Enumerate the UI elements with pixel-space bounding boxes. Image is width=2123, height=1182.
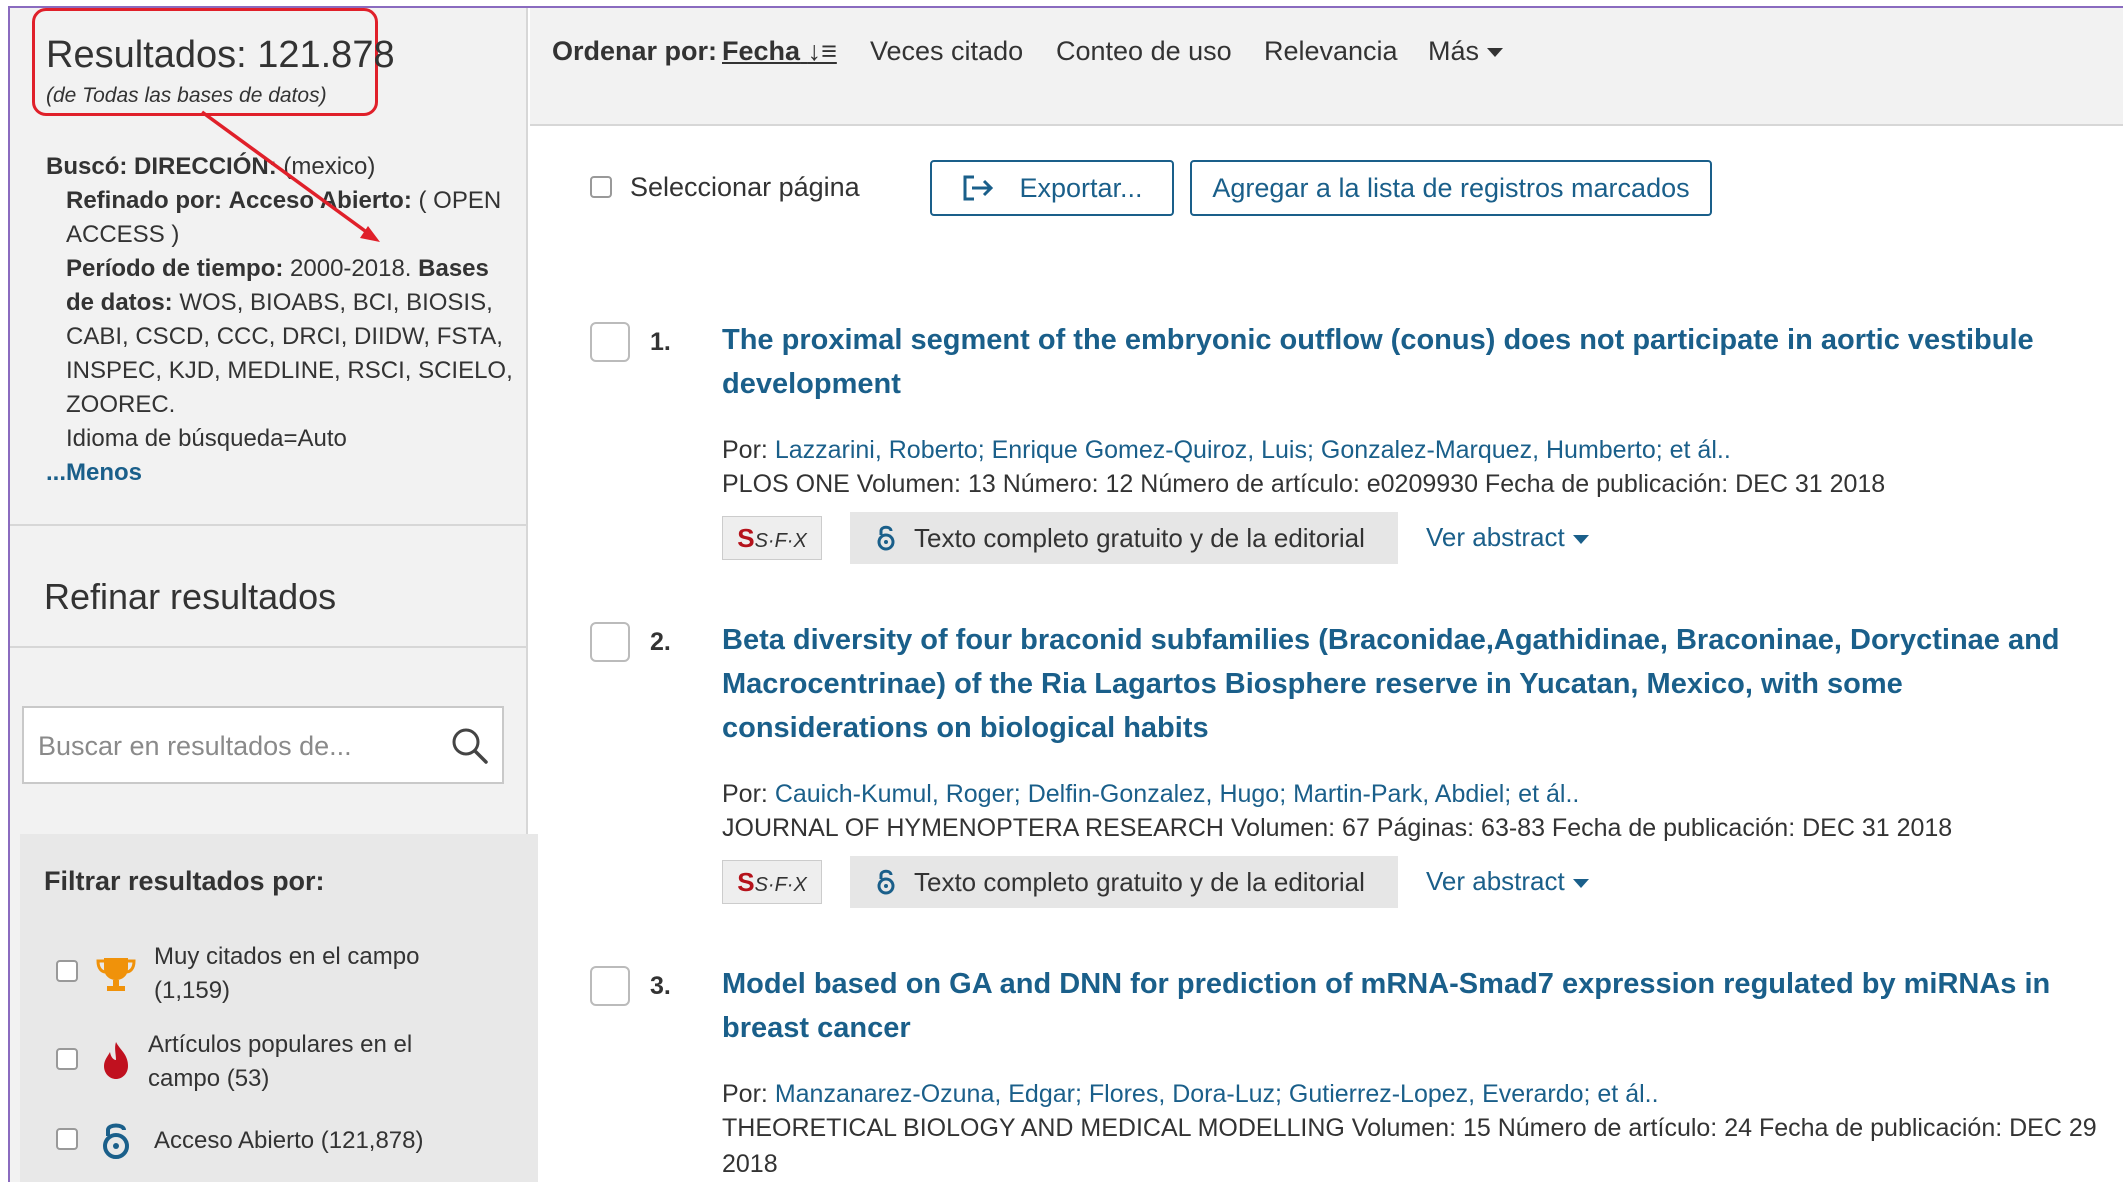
view-abstract-toggle[interactable]: Ver abstract (1426, 866, 1589, 897)
record-checkbox[interactable] (590, 622, 630, 662)
filter-checkbox[interactable] (56, 960, 78, 982)
filter-panel: Filtrar resultados por: Muy citados en e… (20, 834, 538, 1182)
record-title-link[interactable]: Model based on GA and DNN for prediction… (722, 962, 2102, 1050)
view-abstract-label: Ver abstract (1426, 866, 1565, 896)
filter-checkbox[interactable] (56, 1128, 78, 1150)
sfx-logo-icon: S (737, 867, 755, 897)
filter-hot-papers[interactable]: Artículos populares en el campo (53) (44, 1028, 524, 1098)
sort-bar: Ordenar por: Fecha ↓≡ Veces citado Conte… (530, 8, 2123, 126)
results-database-note: (de Todas las bases de datos) (46, 84, 327, 107)
chevron-down-icon (1487, 48, 1504, 58)
period-label: Período de tiempo: (66, 255, 284, 282)
sort-option-times-cited[interactable]: Veces citado (870, 36, 1023, 67)
sort-option-label: Fecha (722, 36, 801, 66)
trophy-icon (96, 958, 136, 991)
sfx-link-button[interactable]: SS·F·X (722, 516, 822, 560)
searched-value: (mexico) (283, 153, 376, 180)
refined-line: Refinado por: Acceso Abierto: ( OPEN ACC… (46, 184, 516, 252)
period-line: Período de tiempo: 2000-2018. Bases de d… (46, 252, 516, 422)
record-checkbox[interactable] (590, 322, 630, 362)
authors-prefix: Por: (722, 1080, 768, 1108)
filter-open-access[interactable]: Acceso Abierto (121,878) (44, 1116, 524, 1182)
sfx-label: S·F·X (754, 874, 807, 896)
record-authors: Por: Cauich-Kumul, Roger; Delfin-Gonzale… (722, 780, 1579, 809)
record-source: PLOS ONE Volumen: 13 Número: 12 Número d… (722, 470, 1886, 498)
less-link[interactable]: ...Menos (46, 456, 516, 490)
free-full-text-label: Texto completo gratuito y de la editoria… (914, 867, 1365, 897)
record-number: 3. (650, 972, 671, 1000)
sidebar-divider (10, 646, 528, 648)
add-to-marked-list-button[interactable]: Agregar a la lista de registros marcados (1190, 160, 1712, 216)
language-line: Idioma de búsqueda=Auto (66, 425, 347, 452)
sfx-logo-icon: S (737, 523, 755, 553)
open-access-icon (103, 1123, 129, 1159)
record-title-link[interactable]: Beta diversity of four braconid subfamil… (722, 618, 2102, 750)
select-page-checkbox[interactable] (590, 176, 612, 198)
sidebar: Resultados: 121.878 (de Todas las bases … (10, 8, 538, 1182)
sort-option-date[interactable]: Fecha ↓≡ (722, 36, 837, 67)
filter-label: Muy citados en el campo (1,159) (154, 943, 420, 1004)
record-source: THEORETICAL BIOLOGY AND MEDICAL MODELLIN… (722, 1114, 2097, 1178)
sort-more-label: Más (1428, 36, 1480, 66)
search-summary: Buscó: DIRECCIÓN: (mexico) Refinado por:… (46, 150, 516, 490)
select-page-label: Seleccionar página (630, 172, 860, 202)
chevron-down-icon (1572, 534, 1589, 544)
sort-descending-icon: ↓≡ (807, 36, 837, 66)
record-number: 1. (650, 328, 671, 356)
chevron-down-icon (1572, 878, 1589, 888)
flame-icon (104, 1042, 128, 1079)
authors-prefix: Por: (722, 780, 768, 808)
authors-links[interactable]: Cauich-Kumul, Roger; Delfin-Gonzalez, Hu… (775, 780, 1580, 808)
record-title-link[interactable]: The proximal segment of the embryonic ou… (722, 318, 2102, 406)
export-icon (963, 175, 994, 201)
record-checkbox[interactable] (590, 966, 630, 1006)
filter-highly-cited[interactable]: Muy citados en el campo (1,159) (44, 940, 524, 1010)
filter-checkbox[interactable] (56, 1048, 78, 1070)
refine-results-heading: Refinar resultados (44, 576, 337, 617)
refine-search-input[interactable] (38, 726, 438, 766)
free-full-text-label: Texto completo gratuito y de la editoria… (914, 523, 1365, 553)
searched-field: DIRECCIÓN: (134, 153, 277, 180)
open-access-icon (877, 525, 895, 551)
sfx-label: S·F·X (754, 530, 807, 552)
view-abstract-toggle[interactable]: Ver abstract (1426, 522, 1589, 553)
refine-search-field[interactable] (22, 706, 504, 784)
export-label: Exportar... (1019, 173, 1143, 203)
searched-line: Buscó: DIRECCIÓN: (mexico) (46, 150, 516, 184)
view-abstract-label: Ver abstract (1426, 522, 1565, 552)
page: Resultados: 121.878 (de Todas las bases … (0, 0, 2123, 1182)
refined-field: Acceso Abierto: (228, 187, 412, 214)
open-access-icon (877, 869, 895, 895)
authors-prefix: Por: (722, 436, 768, 464)
record-number: 2. (650, 628, 671, 656)
sfx-link-button[interactable]: SS·F·X (722, 860, 822, 904)
period-value: 2000-2018. (290, 255, 412, 282)
sort-option-more[interactable]: Más (1428, 36, 1504, 67)
export-button[interactable]: Exportar... (930, 160, 1174, 216)
record-source: JOURNAL OF HYMENOPTERA RESEARCH Volumen:… (722, 814, 1953, 842)
searched-label: Buscó: (46, 153, 128, 180)
record-authors: Por: Manzanarez-Ozuna, Edgar; Flores, Do… (722, 1080, 1659, 1109)
filter-label: Artículos populares en el campo (53) (148, 1031, 413, 1092)
sort-option-usage-count[interactable]: Conteo de uso (1056, 36, 1232, 67)
sort-label: Ordenar por: (552, 36, 718, 66)
results-count-title: Resultados: 121.878 (46, 34, 395, 76)
filter-label: Acceso Abierto (121,878) (154, 1127, 424, 1154)
authors-links[interactable]: Lazzarini, Roberto; Enrique Gomez-Quiroz… (775, 436, 1731, 464)
search-icon[interactable] (448, 724, 492, 768)
refined-label: Refinado por: (66, 187, 222, 214)
record-authors: Por: Lazzarini, Roberto; Enrique Gomez-Q… (722, 436, 1731, 465)
free-full-text-button[interactable]: Texto completo gratuito y de la editoria… (850, 512, 1398, 564)
free-full-text-button[interactable]: Texto completo gratuito y de la editoria… (850, 856, 1398, 908)
sort-option-relevance[interactable]: Relevancia (1264, 36, 1398, 67)
authors-links[interactable]: Manzanarez-Ozuna, Edgar; Flores, Dora-Lu… (775, 1080, 1659, 1108)
filter-heading: Filtrar resultados por: (44, 866, 325, 896)
sidebar-divider (10, 524, 528, 526)
